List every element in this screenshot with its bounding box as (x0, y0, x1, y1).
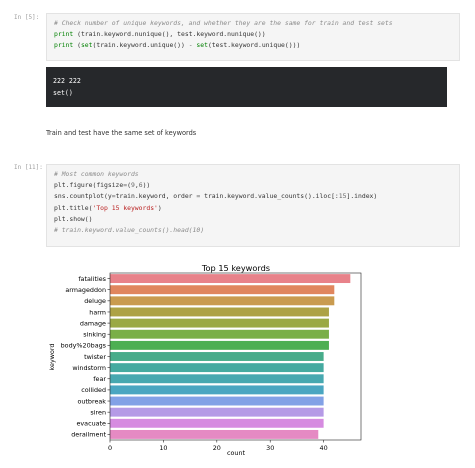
bar-fear (110, 374, 324, 384)
code-keyword: set (196, 41, 208, 50)
code-text: )) (142, 181, 151, 190)
code-line: # train.keyword.value_counts().head(10) (47, 225, 459, 236)
y-tick-label: damage (80, 319, 106, 327)
bar-damage (110, 318, 329, 328)
x-tick-label: 30 (266, 444, 274, 452)
y-tick-label: collided (81, 386, 106, 394)
bar-derailment (110, 429, 319, 439)
y-tick-label: windstorm (72, 364, 106, 372)
y-tick-label: fear (93, 375, 106, 383)
y-tick-label: evacuate (76, 420, 106, 428)
y-tick-label: harm (89, 308, 106, 316)
code-keyword: print (54, 41, 74, 50)
bar-collided (110, 385, 324, 395)
output-line: 222 222 (53, 77, 81, 85)
code-keyword: print (54, 30, 74, 39)
code-line: sns.countplot(y=train.keyword, order = t… (47, 191, 459, 202)
x-tick-label: 40 (320, 444, 328, 452)
markdown-text: Train and test have the same set of keyw… (46, 129, 197, 137)
y-tick-labels: fatalities armageddon deluge harm damage sink… (61, 275, 110, 439)
code-text: plt.figure(figsize (54, 181, 124, 190)
code-text: train.keyword.value_counts().iloc[: (200, 192, 339, 201)
x-axis-label: count (227, 449, 246, 457)
y-axis-label: keyword (48, 344, 56, 371)
code-text: ( (73, 41, 81, 50)
bar-evacuate (110, 418, 324, 428)
bars-layer (110, 274, 351, 439)
cell-output-1: 222 222 set() (46, 67, 447, 107)
bar-sinking (110, 329, 329, 339)
code-line: print (train.keyword.nunique(), test.key… (47, 29, 459, 40)
cell-prompt: In [5]: (14, 14, 40, 21)
bar-armageddon (110, 285, 335, 295)
x-tick-label: 0 (108, 444, 112, 452)
y-tick-label: sinking (83, 331, 106, 339)
cell-prompt: In [11]: (14, 164, 43, 171)
code-text: ) (157, 203, 162, 212)
bar-twister (110, 352, 324, 361)
code-text: (train.keyword.unique()) (92, 41, 189, 50)
code-line: plt.figure(figsize=(9,6)) (47, 180, 459, 191)
output-line: set() (53, 89, 73, 97)
code-comment: # Most common keywords (54, 170, 139, 178)
code-comment: # train.keyword.value_counts().head(10) (54, 226, 205, 235)
bar-siren (110, 407, 324, 417)
code-cell-2[interactable]: # Most common keywords plt.figure(figsiz… (46, 164, 460, 247)
bar-body%20bags (110, 340, 329, 350)
x-tick-label: 10 (159, 444, 167, 452)
y-tick-label: twister (84, 353, 106, 361)
code-text: plt.title( (54, 203, 93, 212)
y-tick-label: siren (90, 408, 106, 416)
bar-harm (110, 307, 329, 317)
y-tick-label: armageddon (65, 286, 106, 294)
bar-fatalities (110, 274, 351, 284)
y-tick-label: body%20bags (61, 342, 107, 350)
bar-deluge (110, 296, 335, 306)
y-tick-label: derailment (71, 431, 106, 439)
code-text: (train.keyword.nunique(), test.keyword.n… (73, 30, 266, 39)
y-tick-label: deluge (84, 297, 106, 305)
code-line: plt.title('Top 15 keywords') (47, 203, 459, 214)
code-comment: # Check number of unique keywords, and w… (54, 19, 393, 27)
chart-title: Top 15 keywords (201, 263, 270, 273)
x-tick-label: 20 (213, 444, 221, 452)
code-cell-1[interactable]: # Check number of unique keywords, and w… (46, 13, 460, 61)
code-line: plt.show() (47, 214, 459, 225)
bar-outbreak (110, 396, 324, 406)
code-line: # Most common keywords (47, 169, 459, 180)
code-keyword: set (80, 41, 93, 50)
y-tick-label: fatalities (78, 275, 106, 283)
code-text: (test.keyword.unique())) (207, 41, 301, 50)
countplot-chart: Top 15 keywords keyword count fatalities… (48, 263, 362, 457)
code-text: plt.show() (54, 214, 93, 223)
code-line: # Check number of unique keywords, and w… (47, 18, 459, 29)
code-text: train.keyword, order (115, 192, 197, 201)
y-tick-label: outbreak (77, 397, 106, 405)
code-string: 'Top 15 keywords' (92, 203, 158, 212)
x-tick-labels: 0 10 20 30 40 (108, 440, 328, 452)
bar-windstorm (110, 363, 324, 373)
code-text: ].index) (346, 192, 378, 201)
code-line: print (set(train.keyword.unique()) - set… (47, 40, 459, 51)
code-text: sns.countplot(y (54, 192, 112, 201)
